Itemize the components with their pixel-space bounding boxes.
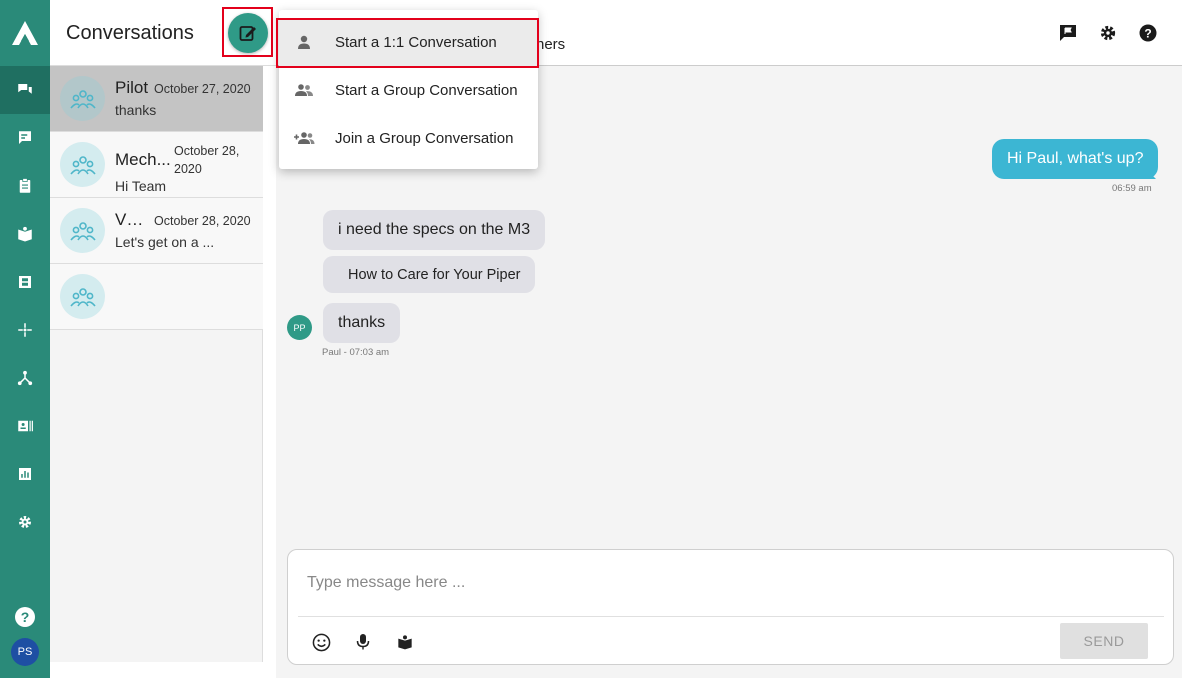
conversation-item[interactable]: VW 1 October 28, 2020 Let's get on a ... (50, 198, 263, 264)
network-icon[interactable] (0, 354, 50, 402)
menu-item-start-group[interactable]: Start a Group Conversation (279, 66, 538, 114)
id-card-icon[interactable] (0, 402, 50, 450)
conversation-item[interactable]: Mech... October 28, 2020 Hi Team (50, 132, 263, 198)
svg-text:?: ? (21, 609, 30, 625)
book-resource-icon[interactable] (395, 632, 415, 652)
page-title: Conversations (66, 22, 194, 44)
compose-icon (239, 26, 256, 41)
shared-resource-message[interactable]: How to Care for Your Piper (323, 256, 536, 293)
conversation-date: October 28, 2020 (174, 144, 240, 176)
flag-message-icon[interactable] (1058, 23, 1078, 43)
emoji-icon[interactable] (311, 632, 331, 652)
logo-icon[interactable] (0, 0, 50, 66)
conversation-preview: thanks (115, 102, 157, 118)
menu-item-label: Join a Group Conversation (335, 129, 514, 147)
sparkle-icon[interactable] (0, 306, 50, 354)
conversation-name: Mech... (115, 150, 171, 169)
panel-footer (50, 662, 276, 678)
message-composer: SEND (287, 549, 1174, 665)
group-add-icon (293, 127, 315, 149)
conversation-item[interactable]: Pilot October 27, 2020 thanks (50, 66, 263, 132)
conversation-preview: Let's get on a ... (115, 234, 215, 250)
conversations-panel: Pilot October 27, 2020 thanks Mech... Oc… (50, 0, 276, 662)
menu-item-label: Start a Group Conversation (335, 81, 518, 99)
microphone-icon[interactable] (353, 632, 373, 652)
group-avatar-icon (60, 142, 105, 187)
message-meta: Paul - 07:03 am (322, 347, 390, 358)
menu-item-highlight-frame (276, 18, 539, 68)
conversation-item[interactable] (50, 264, 263, 330)
message-input[interactable] (307, 574, 1147, 592)
group-avatar-icon (60, 76, 105, 121)
conversation-date: October 27, 2020 (154, 82, 251, 96)
group-avatar-icon (60, 208, 105, 253)
menu-item-join-group[interactable]: Join a Group Conversation (279, 114, 538, 162)
svg-text:?: ? (1144, 27, 1151, 41)
film-icon[interactable] (0, 258, 50, 306)
help-icon[interactable]: ? (14, 606, 36, 628)
bar-chart-icon[interactable] (0, 450, 50, 498)
chat-bubbles-icon[interactable] (0, 66, 50, 114)
clipboard-icon[interactable] (0, 162, 50, 210)
incoming-message[interactable]: thanks (323, 303, 401, 343)
book-icon[interactable] (0, 210, 50, 258)
sender-avatar: PP (287, 315, 312, 340)
conversation-date: October 28, 2020 (154, 214, 251, 228)
chat-title: ners (536, 36, 566, 53)
conversation-preview: Hi Team (115, 178, 167, 194)
user-avatar[interactable]: PS (11, 638, 39, 666)
conversation-list: Pilot October 27, 2020 thanks Mech... Oc… (50, 66, 263, 330)
incoming-message[interactable]: i need the specs on the M3 (323, 210, 546, 250)
new-conversation-button[interactable] (228, 13, 268, 53)
settings-gear-icon[interactable] (1098, 23, 1118, 43)
gear-icon[interactable] (0, 498, 50, 546)
send-button[interactable]: SEND (1060, 623, 1148, 659)
conversation-name: Pilot (115, 78, 149, 97)
left-nav-rail: ? PS (0, 0, 50, 678)
outgoing-message[interactable]: Hi Paul, what's up? (992, 139, 1159, 179)
composer-divider (298, 616, 1164, 617)
message-icon[interactable] (0, 114, 50, 162)
message-timestamp: 06:59 am (1112, 183, 1152, 194)
conversation-name: VW 1 (115, 210, 154, 229)
help-circle-icon[interactable]: ? (1138, 23, 1158, 43)
group-avatar-icon (60, 274, 105, 319)
conversations-header: Conversations (50, 0, 276, 66)
group-icon (293, 79, 315, 101)
